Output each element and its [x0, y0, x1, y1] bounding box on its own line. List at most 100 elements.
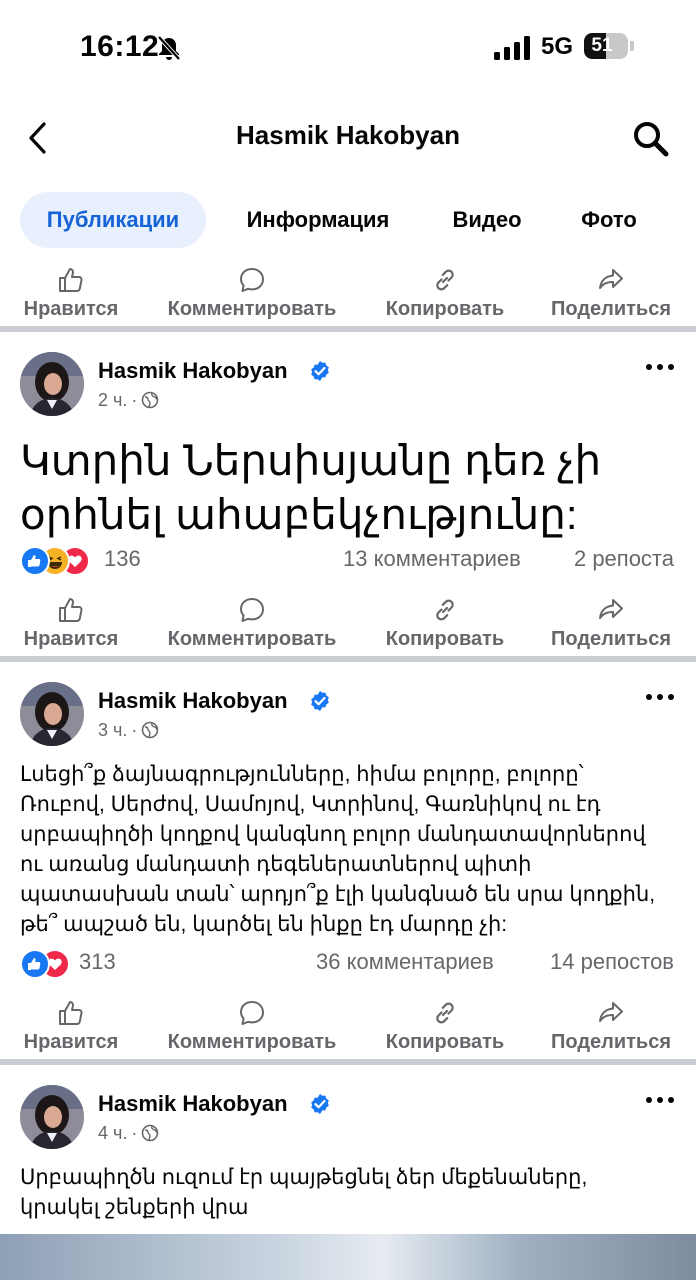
- post-time: 2 ч.: [98, 390, 128, 410]
- share-button[interactable]: Поделиться: [526, 266, 696, 332]
- post-time: 4 ч.: [98, 1123, 128, 1143]
- post-stats: 136 13 комментариев 2 репоста: [0, 542, 696, 578]
- bell-off-icon: [157, 35, 181, 61]
- copy-button[interactable]: Копировать: [360, 266, 530, 332]
- share-button[interactable]: Поделиться: [526, 999, 696, 1065]
- status-bar: 16:12 5G 51: [0, 0, 696, 96]
- post-header: Hasmik Hakobyan 2 ч. ·: [0, 352, 696, 422]
- action-bar: Нравится Комментировать Копировать Подел…: [0, 266, 696, 332]
- thumbs-up-icon: [59, 598, 83, 622]
- page-title: Hasmik Hakobyan: [236, 120, 460, 150]
- tab-information[interactable]: Информация: [232, 192, 404, 248]
- globe-icon: [142, 391, 159, 409]
- avatar-image: [20, 352, 84, 416]
- battery-icon: 51: [584, 33, 628, 59]
- like-reaction-icon: [20, 949, 50, 979]
- share-label: Поделиться: [550, 1031, 672, 1053]
- like-label: Нравится: [23, 1031, 119, 1053]
- like-label: Нравится: [23, 298, 119, 320]
- avatar-image: [20, 1085, 84, 1149]
- copy-button[interactable]: Копировать: [360, 999, 530, 1065]
- post-text-line: Ռուբով, Սերժով, Սամոյով, Կտրինով, Գառնիկ…: [20, 793, 601, 816]
- tab-publications[interactable]: Публикации: [20, 192, 206, 248]
- signal-icon: [494, 36, 530, 60]
- more-icon[interactable]: [644, 362, 676, 372]
- comment-label: Комментировать: [167, 1031, 337, 1053]
- comment-icon: [240, 268, 264, 292]
- share-label: Поделиться: [550, 628, 672, 650]
- avatar[interactable]: [20, 352, 84, 416]
- comment-button[interactable]: Комментировать: [167, 999, 337, 1065]
- post-text-line: Լսեցի՞ք ձայնագրությունները, հիմա բոլորը,…: [20, 763, 584, 786]
- action-bar: Нравится Комментировать Копировать Подел…: [0, 596, 696, 662]
- comment-label: Комментировать: [167, 298, 337, 320]
- avatar[interactable]: [20, 682, 84, 746]
- reposts-count[interactable]: 2 репоста: [574, 546, 674, 572]
- reaction-count: 313: [79, 949, 116, 974]
- search-icon[interactable]: [632, 120, 670, 158]
- battery-level: 51: [591, 35, 613, 56]
- copy-label: Копировать: [385, 298, 505, 320]
- post-text-line: սրբապիղծի կողքով կանգնող բոլոր մանդատավո…: [20, 823, 646, 846]
- comment-icon: [240, 598, 264, 622]
- post-text-line: Սրբապիղծն ուզում էր պայթեցնել ձեր մեքենա…: [20, 1166, 588, 1189]
- post-meta: 4 ч. ·: [98, 1123, 159, 1144]
- verified-icon: [311, 691, 329, 711]
- post-text-line: կրակել շենքերի վրա: [20, 1196, 249, 1219]
- tab-photo[interactable]: Фото: [566, 192, 652, 248]
- like-button[interactable]: Нравится: [0, 596, 156, 662]
- post-image[interactable]: [0, 1234, 696, 1280]
- action-bar: Нравится Комментировать Копировать Подел…: [0, 999, 696, 1065]
- post-meta: 2 ч. ·: [98, 390, 159, 411]
- more-icon[interactable]: [644, 1095, 676, 1105]
- divider: [0, 1059, 696, 1065]
- thumbs-up-icon: [59, 1001, 83, 1025]
- share-icon: [599, 1002, 623, 1022]
- post-text-line: պատասխան տան՝ արդյո՞ք էլի կանգնած են սրա…: [20, 883, 656, 906]
- nav-bar: Hasmik Hakobyan: [0, 96, 696, 180]
- more-icon[interactable]: [644, 692, 676, 702]
- post-meta: 3 ч. ·: [98, 720, 159, 741]
- reaction-count: 136: [104, 546, 141, 571]
- avatar-image: [20, 682, 84, 746]
- post-text-line: ու առանց մանդատի դեգեներատներով պիտի: [20, 853, 532, 876]
- comment-button[interactable]: Комментировать: [167, 596, 337, 662]
- profile-tabs: Публикации Информация Видео Фото: [0, 190, 696, 254]
- verified-icon: [311, 1094, 329, 1114]
- link-icon: [436, 269, 454, 291]
- thumbs-up-icon: [59, 268, 83, 292]
- comment-label: Комментировать: [167, 628, 337, 650]
- globe-icon: [142, 1124, 159, 1142]
- copy-label: Копировать: [385, 1031, 505, 1053]
- author-name[interactable]: Hasmik Hakobyan: [98, 1091, 288, 1117]
- post-text: Լսեցի՞ք ձայնագրությունները, հիմա բոլորը,…: [20, 760, 680, 940]
- share-button[interactable]: Поделиться: [526, 596, 696, 662]
- status-time: 16:12: [80, 30, 160, 63]
- like-button[interactable]: Нравится: [0, 266, 156, 332]
- divider: [0, 326, 696, 332]
- link-icon: [436, 1002, 454, 1024]
- like-label: Нравится: [23, 628, 119, 650]
- post-stats: 313 36 комментариев 14 репостов: [0, 945, 696, 981]
- post-text: Սրբապիղծն ուզում էր պայթեցնել ձեր մեքենա…: [20, 1163, 680, 1223]
- share-icon: [599, 269, 623, 289]
- copy-button[interactable]: Копировать: [360, 596, 530, 662]
- post-header: Hasmik Hakobyan 3 ч. ·: [0, 682, 696, 752]
- network-label: 5G: [541, 33, 574, 60]
- comments-count[interactable]: 36 комментариев: [316, 949, 494, 975]
- comments-count[interactable]: 13 комментариев: [343, 546, 521, 572]
- post-text: Կտրին Ներսիսյանը դեռ չի օրհնել ահաբեկչու…: [20, 437, 602, 538]
- like-reaction-icon: [20, 546, 50, 576]
- author-name[interactable]: Hasmik Hakobyan: [98, 688, 288, 714]
- avatar[interactable]: [20, 1085, 84, 1149]
- globe-icon: [142, 721, 159, 739]
- author-name[interactable]: Hasmik Hakobyan: [98, 358, 288, 384]
- reposts-count[interactable]: 14 репостов: [550, 949, 674, 975]
- share-label: Поделиться: [550, 298, 672, 320]
- comment-button[interactable]: Комментировать: [167, 266, 337, 332]
- share-icon: [599, 599, 623, 619]
- tab-video[interactable]: Видео: [438, 192, 536, 248]
- copy-label: Копировать: [385, 628, 505, 650]
- like-button[interactable]: Нравится: [0, 999, 156, 1065]
- battery-nub: [630, 41, 634, 51]
